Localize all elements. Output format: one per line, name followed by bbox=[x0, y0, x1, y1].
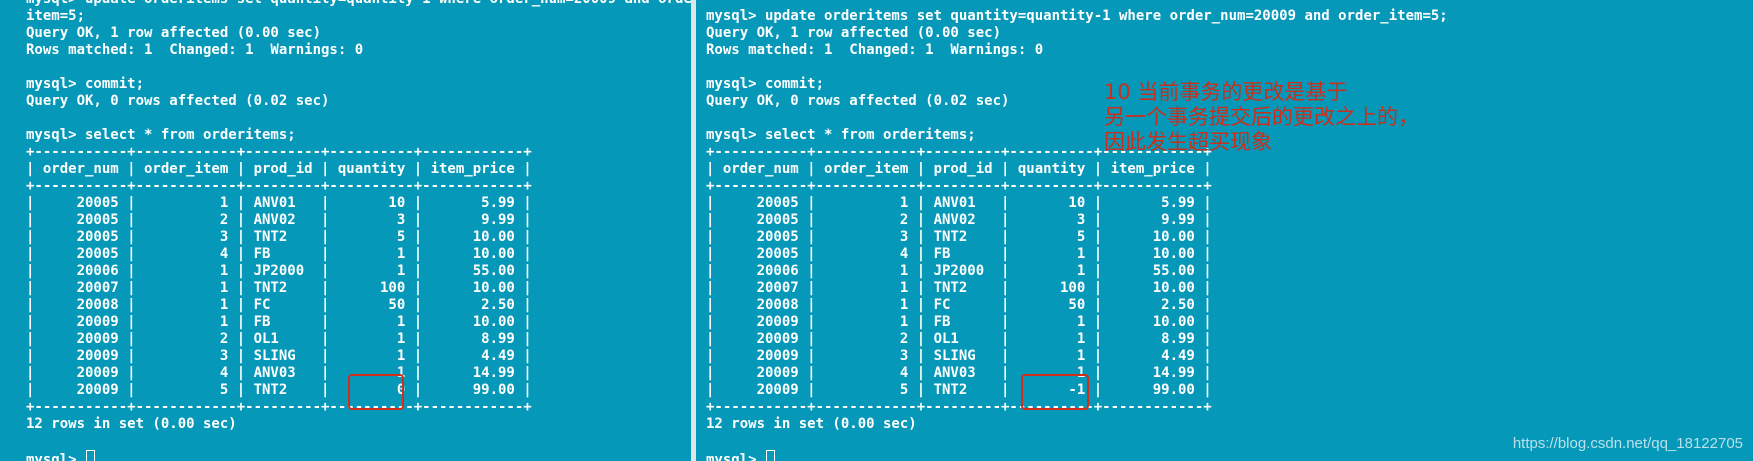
text-cursor bbox=[86, 450, 96, 461]
terminal-line: | 20005 | 1 | ANV01 | 10 | 5.99 | bbox=[26, 195, 532, 211]
terminal-pane-left[interactable]: mysql> update orderitems set quantity=qu… bbox=[0, 0, 691, 461]
highlight-box-left-quantity bbox=[348, 374, 404, 410]
terminal-line: | 20009 | 2 | OL1 | 1 | 8.99 | bbox=[26, 331, 532, 347]
terminal-line: | 20009 | 1 | FB | 1 | 10.00 | bbox=[26, 314, 532, 330]
terminal-line: 12 rows in set (0.00 sec) bbox=[26, 416, 237, 432]
terminal-line: | 20009 | 1 | FB | 1 | 10.00 | bbox=[706, 314, 1212, 330]
terminal-line: | 20008 | 1 | FC | 50 | 2.50 | bbox=[26, 297, 532, 313]
terminal-line: Rows matched: 1 Changed: 1 Warnings: 0 bbox=[706, 42, 1044, 58]
terminal-line: +-----------+------------+---------+----… bbox=[26, 144, 532, 160]
terminal-line: | 20009 | 3 | SLING | 1 | 4.49 | bbox=[706, 348, 1212, 364]
terminal-line: Rows matched: 1 Changed: 1 Warnings: 0 bbox=[26, 42, 364, 58]
terminal-line: Query OK, 1 row affected (0.00 sec) bbox=[26, 25, 322, 41]
terminal-line: | 20006 | 1 | JP2000 | 1 | 55.00 | bbox=[706, 263, 1212, 279]
annotation-line-3: 因此发生超买现象 bbox=[1104, 130, 1272, 154]
terminal-line: | 20009 | 3 | SLING | 1 | 4.49 | bbox=[26, 348, 532, 364]
terminal-line: mysql> commit; bbox=[26, 76, 145, 92]
terminal-line: | 20005 | 1 | ANV01 | 10 | 5.99 | bbox=[706, 195, 1212, 211]
terminal-pane-right[interactable]: mysql> update orderitems set quantity=qu… bbox=[696, 0, 1753, 461]
annotation-line-1: 10 当前事务的更改是基于 bbox=[1104, 80, 1348, 104]
terminal-line: | 20009 | 2 | OL1 | 1 | 8.99 | bbox=[706, 331, 1212, 347]
terminal-line: | 20005 | 2 | ANV02 | 3 | 9.99 | bbox=[706, 212, 1212, 228]
terminal-line: | 20005 | 3 | TNT2 | 5 | 10.00 | bbox=[26, 229, 532, 245]
terminal-line: Query OK, 0 rows affected (0.02 sec) bbox=[26, 93, 330, 109]
terminal-line: mysql> update orderitems set quantity=qu… bbox=[706, 8, 1448, 24]
terminal-line: mysql> bbox=[26, 450, 691, 461]
terminal-line: | order_num | order_item | prod_id | qua… bbox=[706, 161, 1212, 177]
terminal-line: mysql> select * from orderitems; bbox=[26, 127, 296, 143]
terminal-line: 12 rows in set (0.00 sec) bbox=[706, 416, 917, 432]
watermark: https://blog.csdn.net/qq_18122705 bbox=[1512, 435, 1743, 452]
terminal-line: | 20005 | 2 | ANV02 | 3 | 9.99 | bbox=[26, 212, 532, 228]
terminal-line: | 20005 | 4 | FB | 1 | 10.00 | bbox=[26, 246, 532, 262]
terminal-line: | 20006 | 1 | JP2000 | 1 | 55.00 | bbox=[26, 263, 532, 279]
terminal-line: | 20005 | 4 | FB | 1 | 10.00 | bbox=[706, 246, 1212, 262]
highlight-box-right-quantity bbox=[1021, 374, 1089, 410]
terminal-line: | 20007 | 1 | TNT2 | 100 | 10.00 | bbox=[706, 280, 1212, 296]
terminal-line: | order_num | order_item | prod_id | qua… bbox=[26, 161, 532, 177]
terminal-line: mysql> bbox=[706, 450, 1448, 461]
terminal-line: item=5; bbox=[26, 8, 86, 24]
terminal-line: | 20007 | 1 | TNT2 | 100 | 10.00 | bbox=[26, 280, 532, 296]
text-cursor bbox=[766, 450, 776, 461]
terminal-line: +-----------+------------+---------+----… bbox=[706, 178, 1212, 194]
annotation-note: 10 当前事务的更改是基于 另一个事务提交后的更改之上的， 因此发生超买现象 bbox=[1104, 80, 1504, 155]
terminal-line: mysql> update orderitems set quantity=qu… bbox=[26, 0, 691, 8]
terminal-line: | 20008 | 1 | FC | 50 | 2.50 | bbox=[706, 297, 1212, 313]
annotation-line-2: 另一个事务提交后的更改之上的， bbox=[1104, 105, 1419, 129]
terminal-line: | 20005 | 3 | TNT2 | 5 | 10.00 | bbox=[706, 229, 1212, 245]
terminal-line: +-----------+------------+---------+----… bbox=[26, 178, 532, 194]
terminal-line: Query OK, 1 row affected (0.00 sec) bbox=[706, 25, 1002, 41]
